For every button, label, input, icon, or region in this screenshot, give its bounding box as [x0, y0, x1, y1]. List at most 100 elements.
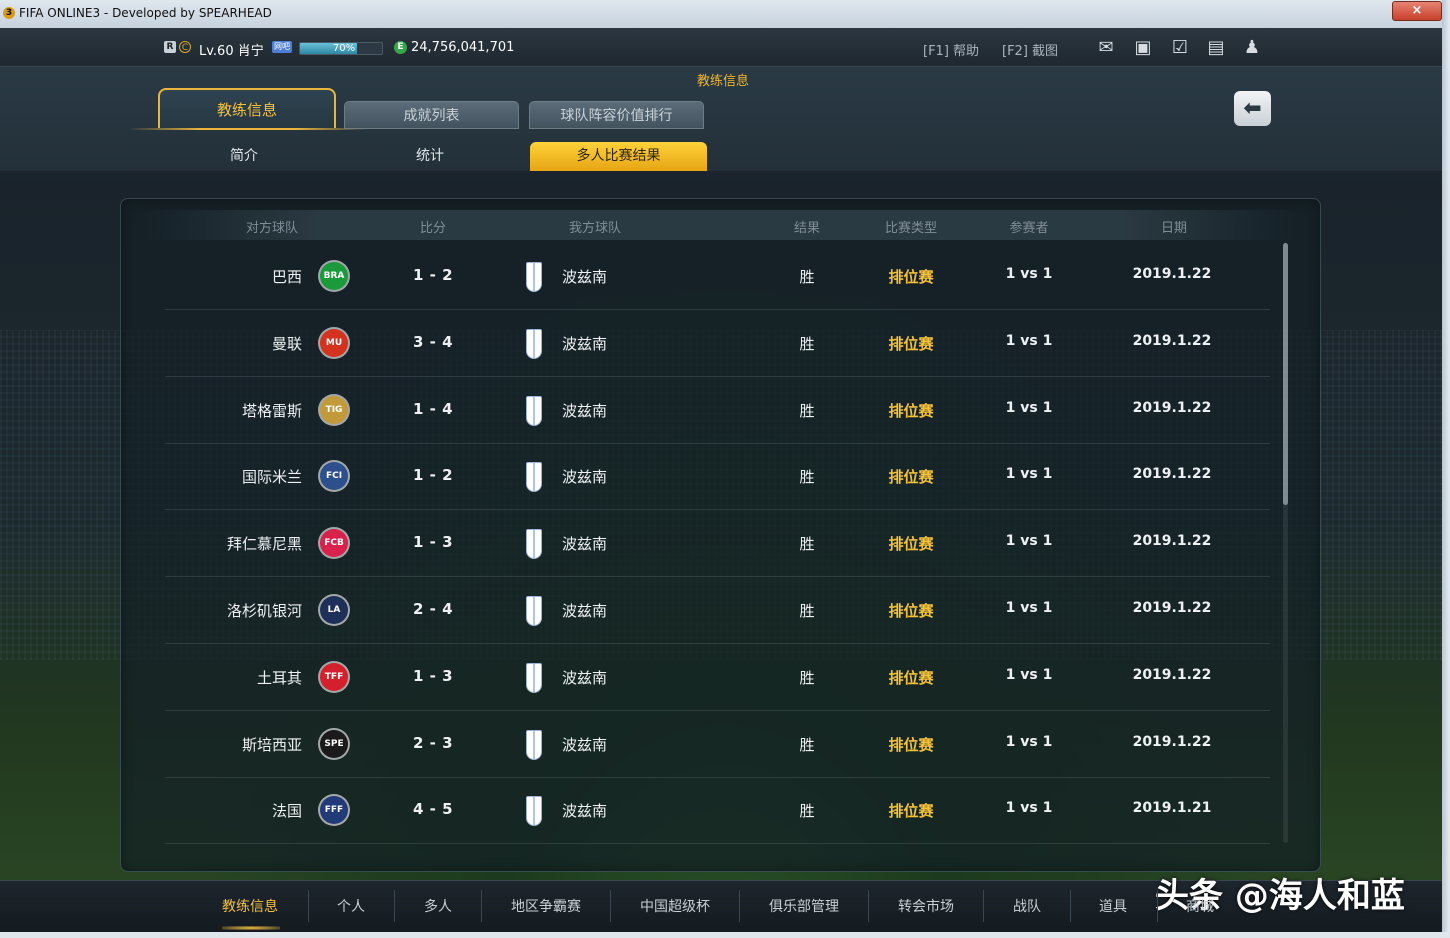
my-team-name: 波兹南: [562, 602, 608, 620]
scrollbar[interactable]: [1283, 243, 1288, 843]
window-titlebar: 3 FIFA ONLINE3 - Developed by SPEARHEAD …: [0, 0, 1442, 29]
coin-icon: E: [394, 41, 407, 54]
my-team-crest-icon: [526, 462, 542, 493]
my-team-crest-icon: [526, 262, 542, 292]
match-result: 胜: [799, 535, 815, 554]
match-result: 胜: [799, 602, 815, 620]
match-date: 2019.1.22: [1132, 466, 1212, 483]
nav-separator: [610, 890, 611, 922]
match-score: 4 - 5: [412, 800, 454, 819]
match-result: 胜: [799, 268, 815, 286]
header-match-type: 比赛类型: [884, 221, 937, 236]
participants: 1 vs 1: [1005, 533, 1053, 550]
header-result: 结果: [793, 221, 820, 236]
match-date: 2019.1.22: [1132, 600, 1212, 616]
match-score: 1 - 4: [412, 399, 454, 418]
calendar-check-icon[interactable]: ☑: [1168, 37, 1192, 59]
nav-item-4[interactable]: 中国超级杯: [640, 896, 710, 916]
match-result: 胜: [799, 668, 815, 687]
xp-progress-label: 70%: [332, 43, 356, 54]
screenshot-button[interactable]: [F2] 截图: [1002, 40, 1058, 59]
chat-icon[interactable]: ▤: [1204, 37, 1228, 59]
nav-item-0[interactable]: 教练信息: [222, 896, 278, 916]
my-team-name: 波兹南: [562, 401, 608, 420]
my-team-name: 波兹南: [562, 268, 608, 286]
nav-item-5[interactable]: 俱乐部管理: [769, 896, 839, 916]
match-result: 胜: [799, 735, 815, 754]
my-team-name: 波兹南: [562, 468, 608, 487]
opponent-team-name: 曼联: [271, 334, 302, 353]
opponent-team-name: 国际米兰: [241, 468, 302, 487]
card-icon[interactable]: ▣: [1131, 37, 1155, 59]
back-button[interactable]: ⬅: [1234, 91, 1271, 126]
tab-coach-info[interactable]: 教练信息: [158, 88, 336, 128]
opponent-crest-icon: MU: [320, 328, 348, 357]
active-nav-glow: [222, 926, 280, 930]
my-team-name: 波兹南: [562, 334, 608, 353]
nav-item-1[interactable]: 个人: [337, 896, 365, 916]
opponent-crest-icon: TFF: [320, 662, 348, 691]
my-team-crest-icon: [526, 796, 542, 827]
match-date: 2019.1.22: [1132, 533, 1212, 550]
match-type: 排位赛: [888, 334, 934, 353]
match-date: 2019.1.22: [1132, 266, 1212, 282]
person-icon[interactable]: ♟: [1240, 37, 1264, 59]
subtab-stats[interactable]: 统计: [370, 142, 490, 171]
opponent-crest-icon: FCB: [320, 529, 348, 558]
xp-progress-bar: 70%: [299, 42, 383, 55]
participants: 1 vs 1: [1005, 600, 1053, 616]
header-my-team: 我方球队: [568, 221, 621, 236]
opponent-team-name: 洛杉矶银河: [226, 602, 302, 620]
my-team-crest-icon: [526, 395, 542, 426]
opponent-crest-icon: BRA: [320, 262, 348, 290]
nav-item-3[interactable]: 地区争霸赛: [511, 896, 581, 916]
tab-squad-value-ranking[interactable]: 球队阵容价值排行: [529, 101, 704, 129]
my-team-crest-icon: [526, 662, 542, 693]
mail-icon[interactable]: ✉: [1094, 37, 1118, 59]
nav-separator: [308, 890, 309, 922]
nav-item-2[interactable]: 多人: [424, 896, 452, 916]
match-score: 2 - 4: [412, 600, 454, 618]
window-title: FIFA ONLINE3 - Developed by SPEARHEAD: [19, 6, 272, 20]
match-score: 2 - 3: [412, 733, 454, 752]
opponent-team-name: 法国: [271, 802, 302, 821]
match-date: 2019.1.22: [1132, 332, 1212, 349]
match-result: 胜: [799, 334, 815, 353]
participants: 1 vs 1: [1005, 399, 1053, 416]
participants: 1 vs 1: [1005, 666, 1053, 683]
nav-item-7[interactable]: 战队: [1013, 896, 1041, 916]
tab-achievements[interactable]: 成就列表: [344, 101, 519, 129]
participants: 1 vs 1: [1005, 466, 1053, 483]
nav-item-6[interactable]: 转会市场: [898, 896, 954, 916]
scrollbar-thumb[interactable]: [1283, 243, 1288, 505]
back-arrow-icon: ⬅: [1243, 96, 1262, 121]
my-team-name: 波兹南: [562, 735, 608, 754]
nav-item-8[interactable]: 道具: [1099, 896, 1127, 916]
club-badge: C: [179, 41, 191, 53]
help-button[interactable]: [F1] 帮助: [923, 40, 979, 59]
subtab-multiplayer-results[interactable]: 多人比赛结果: [530, 142, 707, 171]
subtab-intro[interactable]: 简介: [184, 142, 304, 171]
nav-separator: [394, 890, 395, 922]
player-level: Lv.60 肖宁: [199, 44, 264, 59]
nav-separator: [983, 890, 984, 922]
match-score: 1 - 3: [412, 666, 454, 685]
my-team-crest-icon: [526, 328, 542, 359]
match-score: 1 - 2: [412, 266, 454, 284]
match-type: 排位赛: [888, 535, 934, 554]
opponent-crest-icon: LA: [320, 596, 348, 624]
nav-item-9[interactable]: 商城: [1186, 896, 1214, 916]
my-team-name: 波兹南: [562, 668, 608, 687]
header-date: 日期: [1160, 221, 1187, 236]
window-bottom-edge: [0, 932, 1450, 938]
match-type: 排位赛: [888, 735, 934, 754]
close-button[interactable]: ×: [1392, 1, 1442, 21]
my-team-crest-icon: [526, 729, 542, 760]
match-type: 排位赛: [888, 401, 934, 420]
active-tab-underline: [128, 128, 368, 130]
page-title: 教练信息: [696, 74, 749, 89]
match-type: 排位赛: [888, 802, 934, 821]
match-score: 1 - 3: [412, 533, 454, 552]
match-date: 2019.1.22: [1132, 666, 1212, 683]
participants: 1 vs 1: [1005, 800, 1053, 817]
